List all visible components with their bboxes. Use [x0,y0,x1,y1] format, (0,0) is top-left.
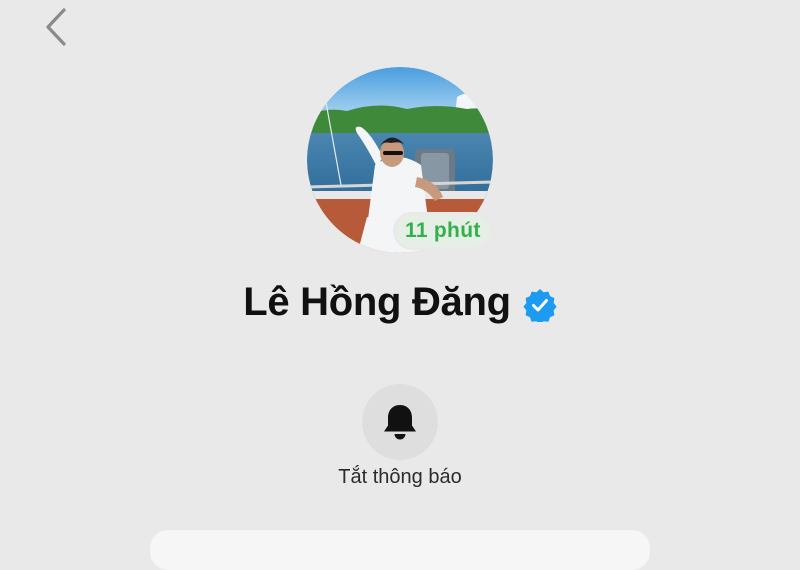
mute-notifications-button[interactable] [362,384,438,460]
back-button[interactable] [36,6,76,48]
verified-badge-icon [523,288,557,322]
profile-name: Lê Hồng Đăng [243,280,511,324]
options-card[interactable] [150,530,650,570]
profile-name-row: Lê Hồng Đăng [0,280,800,325]
active-status-text: 11 phút [405,219,481,242]
chevron-left-icon [46,8,66,46]
mute-notifications-label: Tắt thông báo [338,466,462,488]
bell-icon [384,405,416,440]
active-status-badge: 11 phút [393,212,493,250]
